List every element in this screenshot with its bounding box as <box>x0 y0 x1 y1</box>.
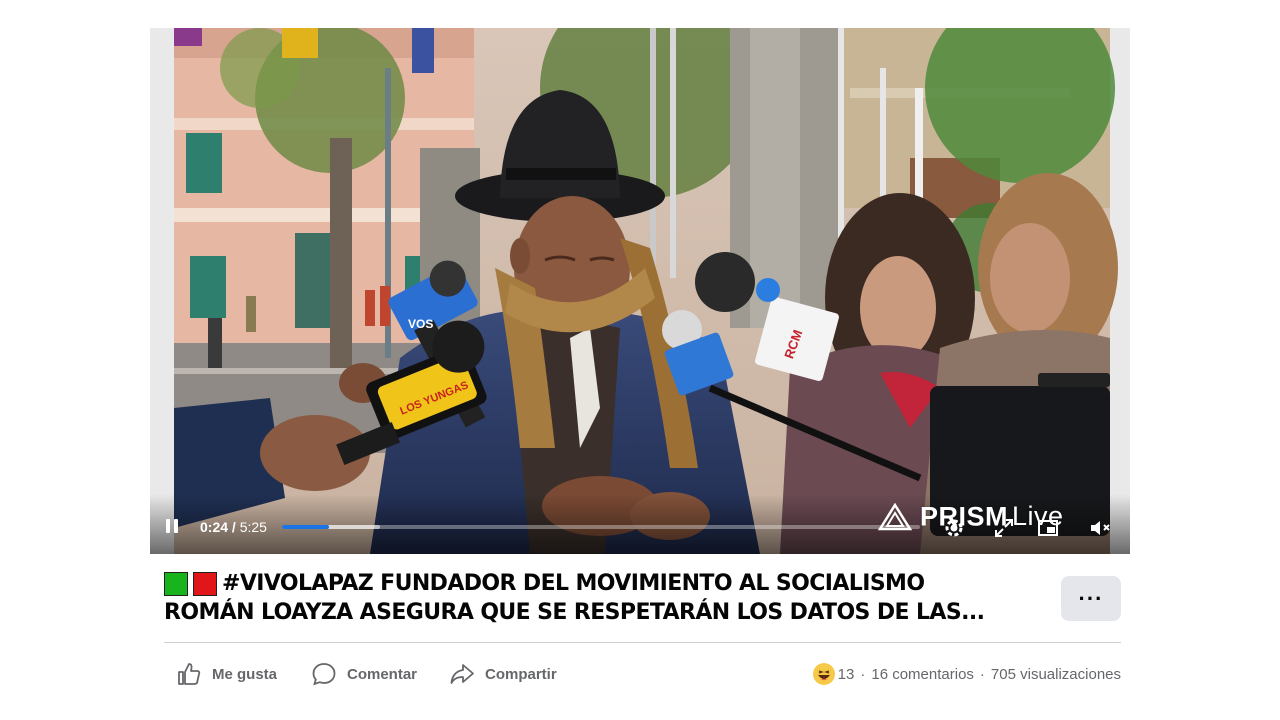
pause-icon[interactable] <box>166 519 180 535</box>
playback-time: 0:24 / 5:25 <box>200 519 267 535</box>
share-label: Compartir <box>485 665 557 683</box>
comments-count[interactable]: 16 comentarios <box>871 666 974 683</box>
post-title-text-1: #VIVOLAPAZ FUNDADOR DEL MOVIMIENTO AL SO… <box>222 571 925 596</box>
haha-reaction-icon[interactable] <box>812 663 835 685</box>
views-count: 705 visualizaciones <box>990 665 1121 683</box>
video-frame: VOS LOS YUNGAS RCM <box>150 28 1130 554</box>
post-stats: 13 · 16 comentarios · 705 visualizacione… <box>812 662 1121 686</box>
video-player[interactable]: VOS LOS YUNGAS RCM 0:24 / 5:25 PRISM Liv… <box>150 28 1130 554</box>
comment-label: Comentar <box>347 665 418 683</box>
comment-bubble-icon <box>312 663 336 686</box>
fullscreen-icon[interactable] <box>992 516 1016 540</box>
post-title-line-2: ROMÁN LOAYZA ASEGURA QUE SE RESPETARÁN L… <box>164 598 1044 627</box>
green-square-emoji <box>164 571 188 596</box>
post-title-line-1: #VIVOLAPAZ FUNDADOR DEL MOVIMIENTO AL SO… <box>164 569 1044 598</box>
prism-logo-icon <box>878 502 912 531</box>
like-label: Me gusta <box>212 665 278 683</box>
stats-separator-1: · <box>860 665 866 683</box>
picture-in-picture-icon[interactable] <box>1036 516 1060 540</box>
thumbs-up-icon <box>178 663 201 685</box>
progress-bar[interactable] <box>282 525 920 529</box>
share-button[interactable]: Compartir <box>449 658 557 690</box>
settings-gear-icon[interactable] <box>942 516 966 540</box>
reaction-count[interactable]: 13 <box>838 666 855 683</box>
like-button[interactable]: Me gusta <box>176 658 277 690</box>
comment-button[interactable]: Comentar <box>311 658 417 690</box>
red-square-emoji <box>193 571 217 596</box>
stats-separator-2: · <box>979 665 985 683</box>
current-time: 0:24 <box>200 519 229 535</box>
progress-played <box>282 525 329 529</box>
volume-muted-icon[interactable] <box>1088 516 1112 540</box>
post-title: #VIVOLAPAZ FUNDADOR DEL MOVIMIENTO AL SO… <box>164 569 1044 627</box>
share-arrow-icon <box>450 664 474 684</box>
more-options-button[interactable]: ··· <box>1061 576 1121 621</box>
mic-flag-label-1: VOS <box>408 317 433 331</box>
duration: 5:25 <box>239 519 267 535</box>
divider <box>164 642 1121 643</box>
post-title-text-2: ROMÁN LOAYZA ASEGURA QUE SE RESPETARÁN L… <box>164 600 985 625</box>
